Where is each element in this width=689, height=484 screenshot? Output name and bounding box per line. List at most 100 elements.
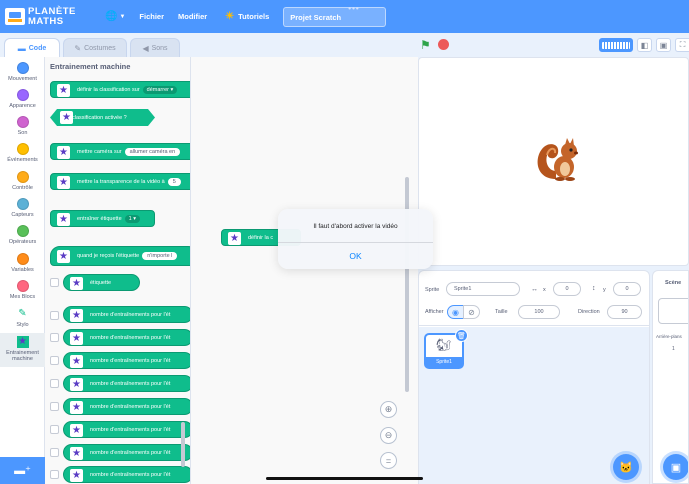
logo[interactable]: PLANÈTE MATHS: [5, 3, 85, 31]
block-set-video-transparency[interactable]: ★ mettre la transparence de la vidéo à 5: [50, 173, 190, 190]
checkbox-count[interactable]: [50, 356, 59, 365]
block-set-classification[interactable]: ★ définir la classification sur démarrer…: [50, 81, 190, 98]
stage-thumbnail[interactable]: [658, 298, 688, 324]
block-training-count[interactable]: ★ nombre d'entraînements pour l'ét: [63, 421, 190, 438]
sprite-pane: Sprite Sprite1 ↔ x 0 ↕ y 0 Afficher ◉ ⊘ …: [418, 270, 650, 484]
checkbox-count[interactable]: [50, 333, 59, 342]
checkbox-count[interactable]: [50, 470, 59, 479]
checkbox-label-reporter[interactable]: [50, 278, 59, 287]
globe-icon: 🌐: [105, 11, 118, 22]
add-extension-icon: ▬⁺: [14, 465, 31, 477]
squirrel-sprite-icon[interactable]: [534, 135, 582, 181]
size-input[interactable]: 100: [518, 305, 560, 319]
checkbox-count[interactable]: [50, 425, 59, 434]
category-control[interactable]: Contrôle: [0, 171, 45, 191]
sensing-dot-icon: [16, 198, 29, 210]
file-menu[interactable]: Fichier: [139, 12, 164, 21]
category-operators[interactable]: Opérateurs: [0, 225, 45, 245]
extension-star-icon: ★: [70, 355, 83, 368]
zoom-in-button[interactable]: ⊕: [380, 401, 397, 418]
zoom-reset-button[interactable]: =: [380, 452, 397, 469]
zoom-out-button[interactable]: ⊖: [380, 427, 397, 444]
logo-line2: MATHS: [28, 15, 64, 27]
block-training-count[interactable]: ★ nombre d'entraînements pour l'ét: [63, 329, 190, 346]
y-input[interactable]: 0: [613, 282, 641, 296]
sprite-thumbnail-name: Sprite1: [426, 357, 462, 367]
block-when-receive-label[interactable]: ★ quand je reçois l'étiquette n'importe …: [50, 246, 190, 266]
checkbox-count[interactable]: [50, 448, 59, 457]
extension-star-icon: ★: [57, 250, 70, 263]
block-training-count[interactable]: ★ nombre d'entraînements pour l'ét: [63, 466, 190, 483]
home-indicator[interactable]: [266, 477, 423, 480]
y-arrow-icon: ↕: [592, 285, 596, 292]
tab-costumes[interactable]: ✎ Costumes: [63, 38, 127, 58]
block-train-label[interactable]: ★ entraîner étiquette 1 ▾: [50, 210, 155, 227]
receive-label-dropdown[interactable]: n'importe l: [142, 252, 178, 260]
alert-ok-button[interactable]: OK: [278, 243, 433, 269]
category-looks[interactable]: Apparence: [0, 89, 45, 109]
checkbox-count[interactable]: [50, 402, 59, 411]
x-input[interactable]: 0: [553, 282, 581, 296]
keyboard-mode-button[interactable]: [599, 38, 633, 52]
block-training-count[interactable]: ★ nombre d'entraînements pour l'ét: [63, 398, 190, 415]
category-variables[interactable]: Variables: [0, 253, 45, 273]
show-sprite-button[interactable]: ◉: [447, 305, 464, 319]
sprite-name-input[interactable]: Sprite1: [446, 282, 520, 296]
block-training-count[interactable]: ★ nombre d'entraînements pour l'ét: [63, 306, 190, 323]
image-add-icon: ▣: [670, 461, 682, 474]
category-sensing[interactable]: Capteurs: [0, 198, 45, 218]
category-motion[interactable]: Mouvement: [0, 62, 45, 82]
block-training-count[interactable]: ★ nombre d'entraînements pour l'ét: [63, 444, 190, 461]
block-label-reporter[interactable]: ★ étiquette: [63, 274, 140, 291]
category-sound[interactable]: Son: [0, 116, 45, 136]
block-training-count[interactable]: ★ nombre d'entraînements pour l'ét: [63, 352, 190, 369]
green-flag-icon[interactable]: ⚑: [420, 38, 431, 52]
tab-code[interactable]: ▬ Code: [4, 38, 60, 58]
category-pen[interactable]: ✎ Stylo: [0, 308, 45, 328]
add-sprite-button[interactable]: 🐱: [613, 454, 639, 480]
extension-star-icon: ★: [57, 146, 70, 159]
fullscreen-button[interactable]: ⛶: [675, 38, 689, 52]
extension-star-icon: ★: [70, 469, 83, 482]
transparency-input[interactable]: 5: [167, 177, 181, 186]
fullscreen-icon: ⛶: [679, 40, 686, 49]
add-extension-button[interactable]: ▬⁺: [0, 457, 45, 484]
language-menu[interactable]: 🌐 ▼: [105, 11, 125, 22]
lightbulb-icon: ☀: [225, 11, 235, 22]
project-title-input[interactable]: Projet Scratch •••: [283, 4, 387, 27]
large-stage-icon: ▣: [659, 40, 668, 50]
block-classification-active[interactable]: ★ classification activée ?: [50, 109, 155, 126]
script-area[interactable]: ★ définir la c ⊕ ⊖ =: [191, 57, 418, 484]
tab-sounds[interactable]: ◀ Sons: [130, 38, 180, 58]
sprite-list: 🐿 Sprite1 🗑 🐱: [419, 327, 649, 484]
tutorials-menu[interactable]: ☀ Tutoriels: [225, 11, 269, 22]
checkbox-count[interactable]: [50, 379, 59, 388]
block-training-count[interactable]: ★ nombre d'entraînements pour l'ét: [63, 375, 190, 392]
train-label-dropdown[interactable]: 1 ▾: [124, 214, 141, 223]
extension-star-icon: ★: [70, 378, 83, 391]
edit-menu[interactable]: Modifier: [178, 12, 207, 21]
category-my-blocks[interactable]: Mes Blocs: [0, 280, 45, 300]
delete-sprite-icon[interactable]: 🗑: [455, 329, 468, 342]
extension-star-icon: ★: [70, 332, 83, 345]
stage-target-pane[interactable]: Scène Arrière-plans 1 ▣: [652, 270, 689, 484]
sound-dot-icon: [16, 116, 29, 128]
classification-dropdown[interactable]: démarrer ▾: [142, 85, 178, 94]
large-stage-button[interactable]: ▣: [656, 38, 671, 52]
direction-input[interactable]: 90: [607, 305, 642, 319]
hide-sprite-button[interactable]: ⊘: [463, 305, 480, 319]
block-set-camera[interactable]: ★ mettre caméra sur allumer caméra en: [50, 143, 190, 160]
motion-dot-icon: [16, 62, 29, 74]
category-machine-training[interactable]: ★ Entrainement machine: [0, 333, 45, 367]
category-events[interactable]: Événements: [0, 143, 45, 163]
sprite-thumbnail[interactable]: 🐿 Sprite1 🗑: [424, 329, 468, 369]
stop-button[interactable]: [438, 39, 449, 50]
add-backdrop-button[interactable]: ▣: [663, 454, 688, 480]
palette-scrollbar[interactable]: [181, 422, 185, 467]
camera-dropdown[interactable]: allumer caméra en: [124, 147, 181, 156]
checkbox-count[interactable]: [50, 311, 59, 320]
squirrel-thumb-icon: 🐿: [436, 338, 452, 352]
more-dots-icon[interactable]: •••: [348, 4, 359, 13]
small-stage-button[interactable]: ◧: [637, 38, 652, 52]
logo-line1: PLANÈTE: [28, 5, 76, 17]
